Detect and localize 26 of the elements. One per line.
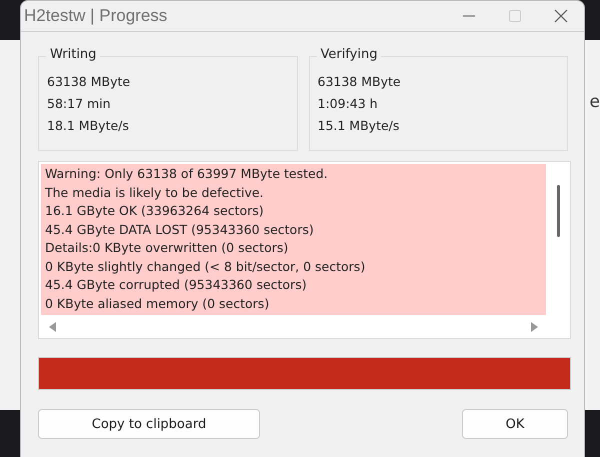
log-line: The media is likely to be defective. (45, 184, 265, 202)
window-title: H2testw | Progress (24, 6, 168, 26)
group-title: Writing (46, 47, 100, 62)
scroll-left-icon[interactable] (49, 322, 56, 332)
stat-value: 1:09:43 h (318, 95, 379, 113)
close-icon (554, 9, 568, 23)
log-line: 45.4 GByte corrupted (95343360 sectors) (45, 276, 308, 294)
stat-value: 63138 MByte (47, 73, 132, 91)
log-line: 0 KByte aliased memory (0 sectors) (45, 294, 270, 313)
log-line: 0 KByte slightly changed (< 8 bit/sector, 0 sectors) (45, 258, 366, 276)
stat-value: 63138 MByte (318, 73, 402, 91)
log-line: 45.4 GByte DATA LOST (95343360 sectors) (45, 220, 315, 239)
group-title: Verifying (316, 47, 382, 62)
copy-button[interactable]: Copy to clipboard (38, 409, 260, 439)
background-text: e (590, 92, 600, 112)
log-line: Details:0 KByte overwritten (0 sectors) (45, 239, 290, 257)
log-line: 16.1 GByte OK (33963264 sectors) (45, 202, 265, 220)
ok-button[interactable]: OK (462, 409, 568, 439)
scroll-right-icon[interactable] (531, 322, 538, 332)
stat-value: 18.1 MByte/s (47, 117, 130, 135)
maximize-icon (509, 10, 521, 22)
log-line: Warning: Only 63138 of 63997 MByte tested. (45, 165, 329, 183)
scrollbar-thumb[interactable] (556, 185, 560, 237)
stat-value: 15.1 MByte/s (318, 117, 400, 135)
stat-value: 58:17 min (47, 95, 112, 113)
minimize-icon (463, 15, 475, 17)
